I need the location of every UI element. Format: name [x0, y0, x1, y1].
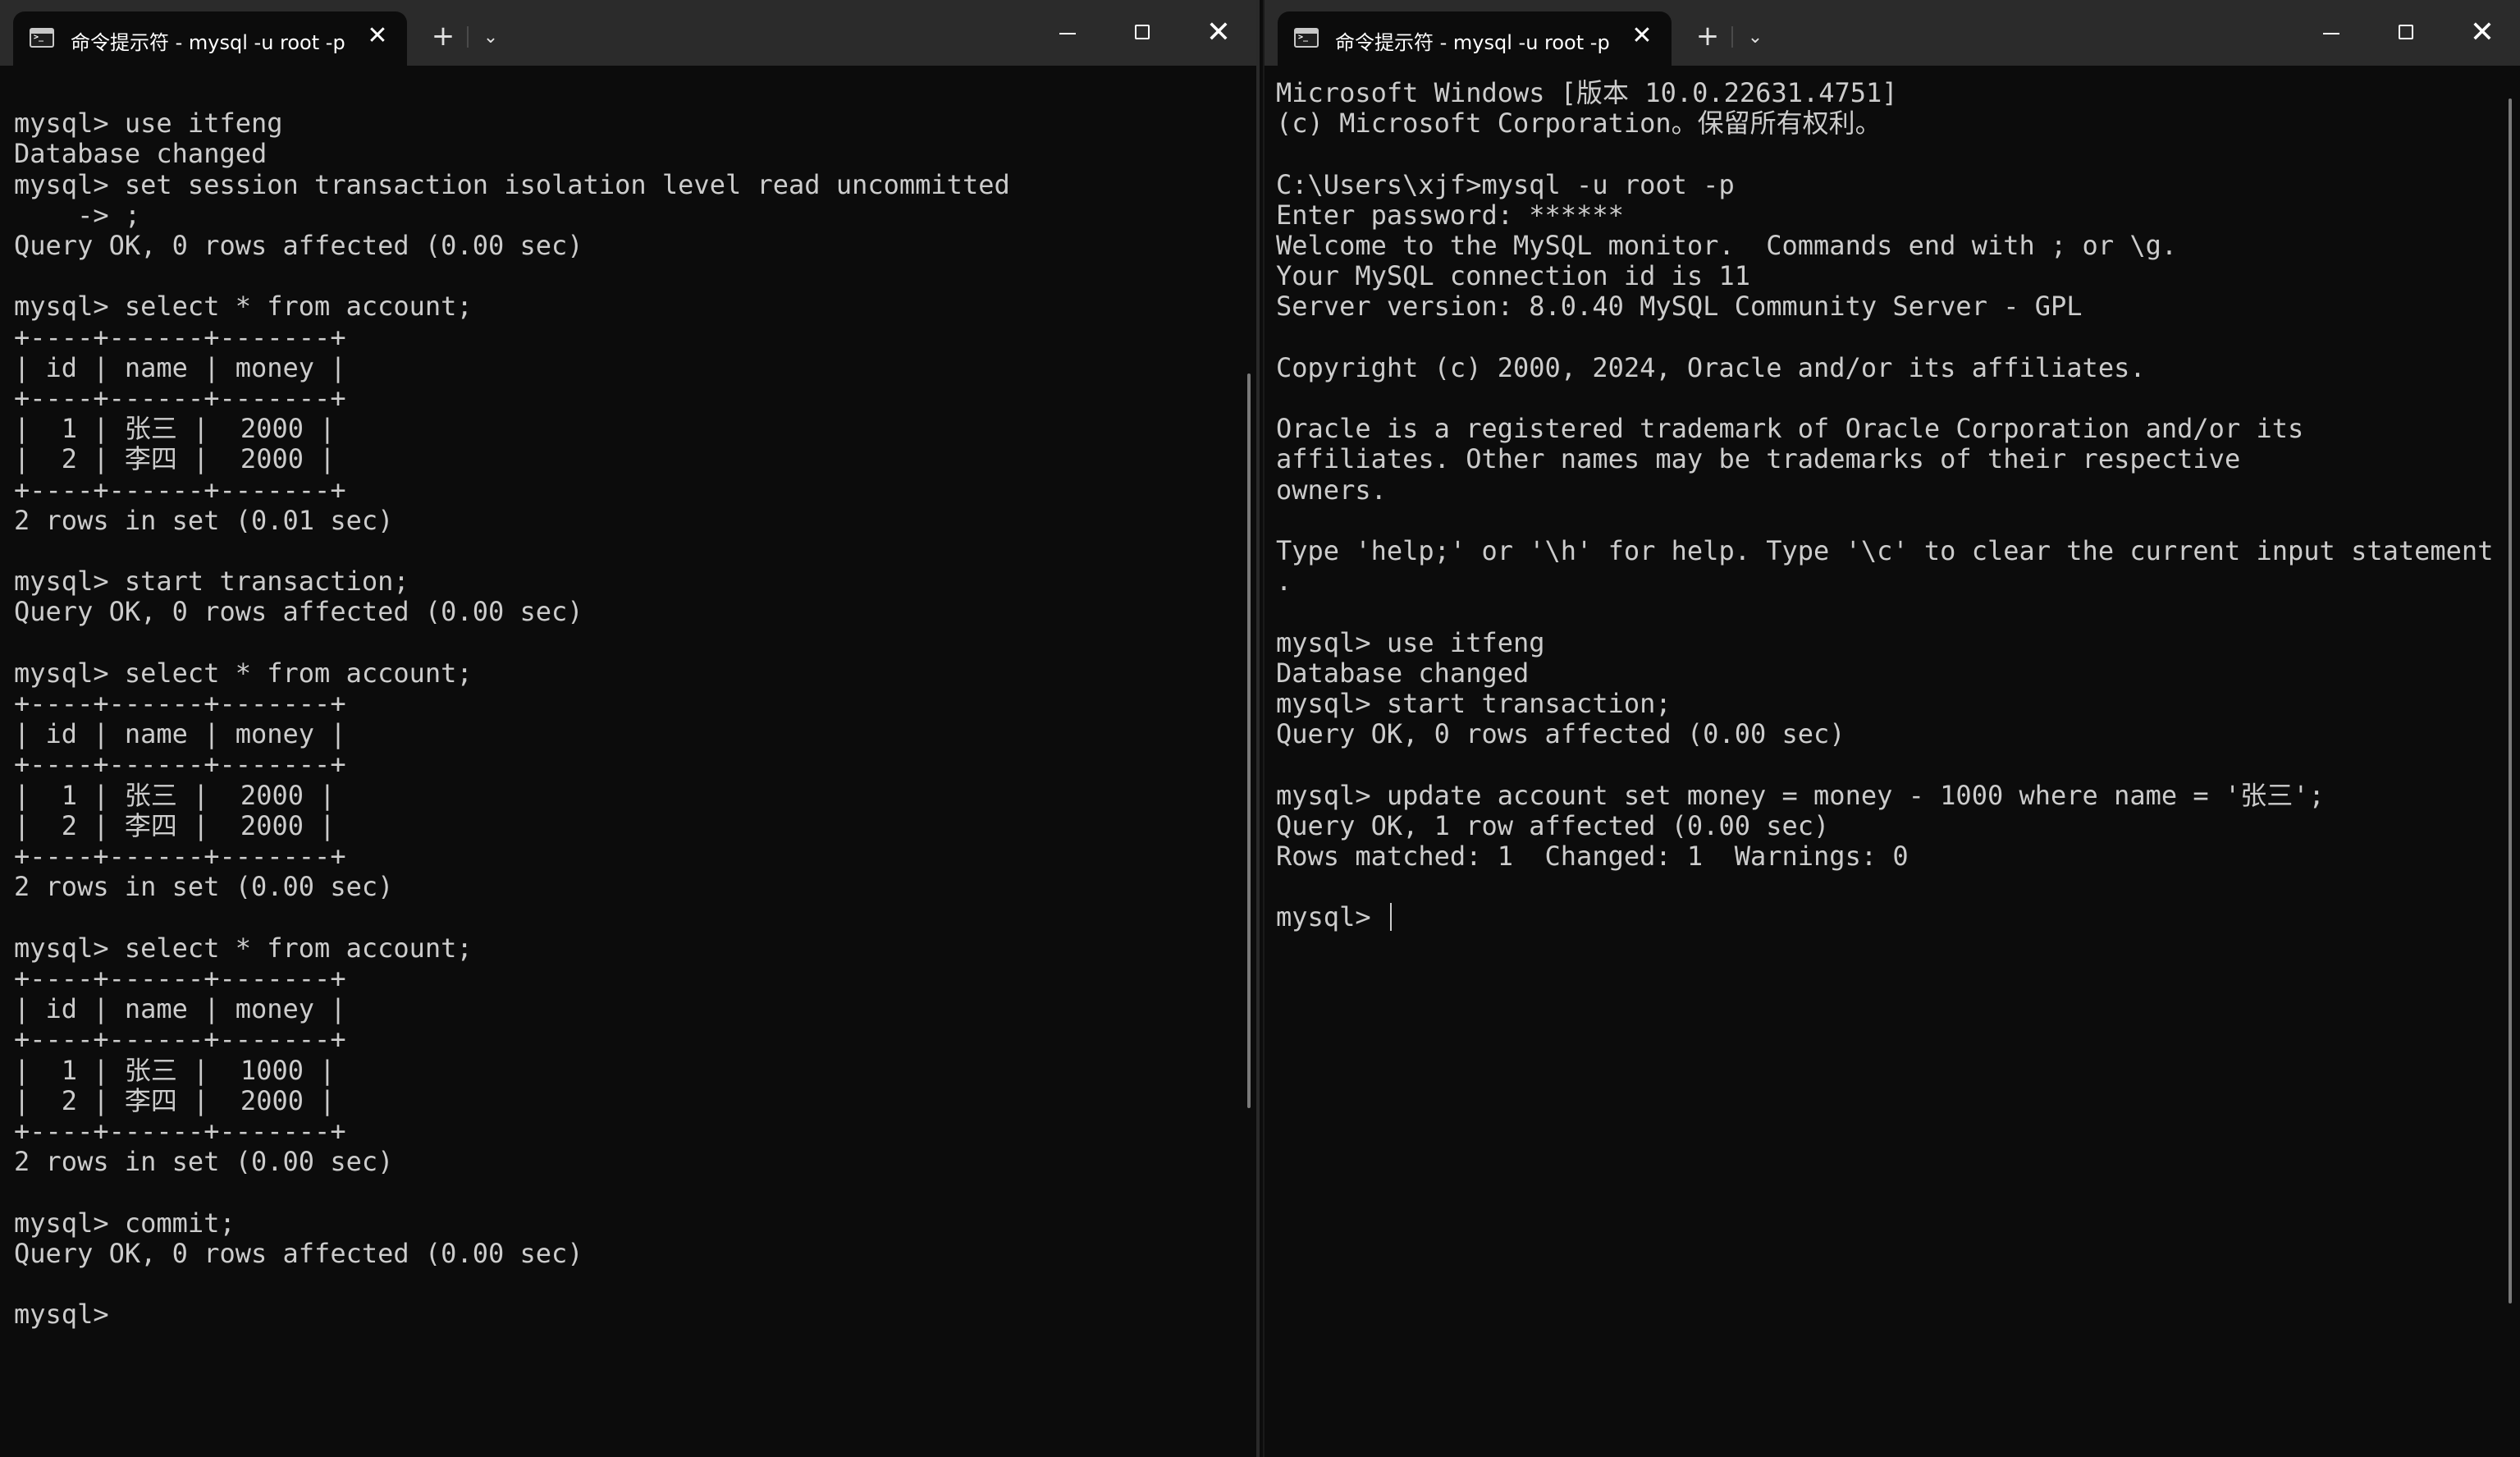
console-line: | id | name | money |	[14, 718, 346, 750]
console-line: Query OK, 0 rows affected (0.00 sec)	[14, 230, 583, 262]
console-line: +----+------+-------+	[14, 688, 346, 720]
minimize-button[interactable]	[1030, 0, 1105, 66]
title-bar[interactable]: 命令提示符 - mysql -u root -p ✕ + ⌄ ✕	[1265, 0, 2520, 66]
minimize-button[interactable]	[2294, 0, 2369, 66]
tab-separator	[467, 26, 469, 48]
scrollbar[interactable]	[1247, 373, 1251, 1108]
console-line: Copyright (c) 2000, 2024, Oracle and/or …	[1276, 351, 2146, 383]
command-prompt-icon	[30, 28, 54, 48]
console-line: +----+------+-------+	[14, 321, 346, 353]
command-prompt-icon	[1294, 28, 1319, 48]
console-line: +----+------+-------+	[14, 474, 346, 506]
close-tab-icon[interactable]: ✕	[364, 23, 391, 49]
console-line: Enter password: ******	[1276, 199, 1624, 231]
chevron-down-icon[interactable]: ⌄	[1739, 21, 1772, 54]
terminal-window-left[interactable]: 命令提示符 - mysql -u root -p ✕ + ⌄ ✕ mysql> …	[0, 0, 1260, 1457]
console-line: Query OK, 1 row affected (0.00 sec)	[1276, 809, 1830, 841]
console-line: mysql> set session transaction isolation…	[14, 168, 1010, 200]
console-line: 2 rows in set (0.01 sec)	[14, 504, 394, 536]
console-line: (c) Microsoft Corporation。保留所有权利。	[1276, 108, 1882, 140]
console-line: Query OK, 0 rows affected (0.00 sec)	[14, 1237, 583, 1269]
console-line: Microsoft Windows [版本 10.0.22631.4751]	[1276, 78, 1898, 108]
console-line: Database changed	[1276, 657, 1530, 689]
console-line: mysql> select * from account;	[14, 657, 473, 689]
console-line: mysql> start transaction;	[14, 566, 409, 598]
console-line: Query OK, 0 rows affected (0.00 sec)	[14, 596, 583, 628]
console-line: Oracle is a registered trademark of Orac…	[1276, 413, 2304, 445]
close-icon: ✕	[2469, 16, 2495, 49]
window-controls: ✕	[2294, 0, 2520, 66]
console-line: mysql> update account set money = money …	[1276, 779, 2325, 811]
desktop: 命令提示符 - mysql -u root -p ✕ + ⌄ ✕ mysql> …	[0, 0, 2520, 1457]
terminal-window-right[interactable]: 命令提示符 - mysql -u root -p ✕ + ⌄ ✕ Microso…	[1263, 0, 2520, 1457]
console-line: Database changed	[14, 138, 268, 170]
console-line: -> ;	[14, 199, 141, 231]
console-line: +----+------+-------+	[14, 749, 346, 781]
close-tab-icon[interactable]: ✕	[1629, 23, 1655, 49]
new-tab-button[interactable]: +	[1691, 20, 1724, 53]
terminal-tab[interactable]: 命令提示符 - mysql -u root -p ✕	[13, 11, 407, 66]
console-line: +----+------+-------+	[14, 841, 346, 873]
console-line: | 2 | 李四 | 2000 |	[14, 809, 336, 841]
maximize-icon	[2399, 25, 2413, 39]
console-line: Rows matched: 1 Changed: 1 Warnings: 0	[1276, 841, 1909, 873]
console-line: Query OK, 0 rows affected (0.00 sec)	[1276, 718, 1845, 750]
console-line: | 2 | 李四 | 2000 |	[14, 1084, 336, 1116]
console-line: C:\Users\xjf>mysql -u root -p	[1276, 168, 1735, 200]
console-line: mysql> select * from account;	[14, 932, 473, 964]
close-window-button[interactable]: ✕	[2445, 0, 2520, 66]
console-line: mysql> use itfeng	[14, 108, 283, 140]
console-line: 2 rows in set (0.00 sec)	[14, 871, 394, 903]
scrollbar[interactable]	[2509, 99, 2512, 1304]
close-icon: ✕	[1205, 16, 1232, 49]
terminal-tab[interactable]: 命令提示符 - mysql -u root -p ✕	[1278, 11, 1672, 66]
console-line: mysql> use itfeng	[1276, 626, 1545, 658]
console-line: owners.	[1276, 474, 1387, 506]
new-tab-button[interactable]: +	[427, 20, 460, 53]
text-cursor	[1389, 903, 1392, 932]
maximize-icon	[1135, 25, 1150, 39]
tab-title: 命令提示符 - mysql -u root -p	[71, 31, 345, 54]
tab-separator	[1731, 26, 1733, 48]
console-line: +----+------+-------+	[14, 962, 346, 994]
maximize-button[interactable]	[2369, 0, 2445, 66]
console-line: +----+------+-------+	[14, 1024, 346, 1056]
console-line: mysql>	[14, 1299, 109, 1331]
title-bar[interactable]: 命令提示符 - mysql -u root -p ✕ + ⌄ ✕	[0, 0, 1256, 66]
console-line: | id | name | money |	[14, 351, 346, 383]
console-line: 2 rows in set (0.00 sec)	[14, 1146, 394, 1178]
console-prompt[interactable]: mysql>	[1276, 901, 1387, 932]
chevron-down-icon[interactable]: ⌄	[474, 21, 507, 54]
console-line: .	[1276, 566, 1292, 598]
minimize-icon	[1059, 33, 1076, 34]
window-controls: ✕	[1030, 0, 1256, 66]
console-line: | 1 | 张三 | 1000 |	[14, 1054, 336, 1086]
console-line: affiliates. Other names may be trademark…	[1276, 443, 2241, 475]
console-line: Type 'help;' or '\h' for help. Type '\c'…	[1276, 535, 2494, 567]
maximize-button[interactable]	[1105, 0, 1181, 66]
minimize-icon	[2323, 33, 2339, 34]
console-line: Server version: 8.0.40 MySQL Community S…	[1276, 291, 2083, 323]
console-line: | 2 | 李四 | 2000 |	[14, 443, 336, 475]
tab-title: 命令提示符 - mysql -u root -p	[1335, 31, 1610, 54]
console-line: Welcome to the MySQL monitor. Commands e…	[1276, 230, 2178, 262]
console-line: | 1 | 张三 | 2000 |	[14, 413, 336, 445]
console-line: | 1 | 张三 | 2000 |	[14, 779, 336, 811]
console-line: Your MySQL connection id is 11	[1276, 260, 1750, 292]
console-line: mysql> start transaction;	[1276, 688, 1672, 720]
console-line: mysql> select * from account;	[14, 291, 473, 323]
close-window-button[interactable]: ✕	[1181, 0, 1256, 66]
console-line: +----+------+-------+	[14, 383, 346, 415]
console-output[interactable]: mysql> use itfeng Database changed mysql…	[14, 78, 1232, 1457]
console-line: mysql> commit;	[14, 1207, 236, 1239]
console-output[interactable]: Microsoft Windows [版本 10.0.22631.4751] (…	[1276, 78, 2495, 1457]
console-line: +----+------+-------+	[14, 1115, 346, 1147]
console-line: | id | name | money |	[14, 993, 346, 1025]
